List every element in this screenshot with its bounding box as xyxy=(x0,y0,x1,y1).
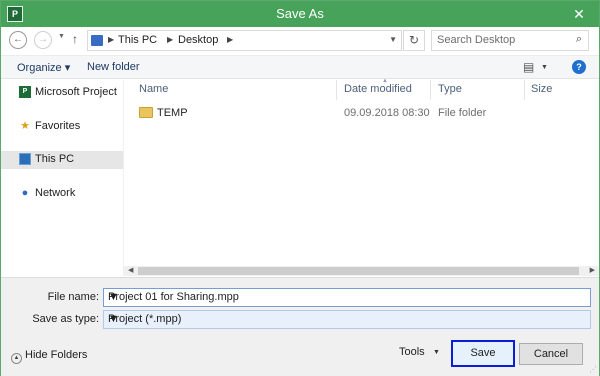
column-divider[interactable] xyxy=(524,80,525,100)
sidebar-item-favorites[interactable]: ★ Favorites xyxy=(1,118,123,136)
breadcrumb-desktop[interactable]: Desktop xyxy=(178,34,218,46)
up-button[interactable]: ↑ xyxy=(72,32,78,46)
computer-icon xyxy=(19,153,31,165)
network-icon: ● xyxy=(21,187,29,199)
save-as-type-label: Save as type: xyxy=(32,313,99,325)
scroll-right-icon[interactable]: ▶ xyxy=(590,266,595,276)
title-bar: P Save As ✕ xyxy=(1,1,599,27)
window-title: Save As xyxy=(276,6,324,21)
sidebar-item-microsoft-project[interactable]: P Microsoft Project xyxy=(1,84,123,102)
chevron-right-icon[interactable]: ▶ xyxy=(227,35,233,44)
save-form-panel: File name: Project 01 for Sharing.mpp ▼ … xyxy=(1,277,599,376)
folder-icon xyxy=(139,107,153,118)
folder-icon xyxy=(91,35,103,46)
sidebar-item-label: Favorites xyxy=(35,120,81,132)
chevron-down-icon[interactable]: ▼ xyxy=(433,349,440,356)
search-input[interactable]: Search Desktop ⌕ xyxy=(431,30,589,51)
column-header-date-modified[interactable]: Date modified xyxy=(344,83,412,95)
chevron-up-icon: ▲ xyxy=(11,353,22,364)
chevron-down-icon[interactable]: ▼ xyxy=(389,35,397,44)
scrollbar-thumb[interactable] xyxy=(138,267,579,275)
hide-folders-label: Hide Folders xyxy=(25,349,88,361)
file-name: TEMP xyxy=(157,107,188,119)
resize-grip-icon[interactable]: ⋰ xyxy=(589,365,597,374)
table-row[interactable]: TEMP 09.09.2018 08:30 File folder xyxy=(132,104,572,122)
chevron-right-icon[interactable]: ▶ xyxy=(167,35,173,44)
address-bar[interactable]: ▶ This PC ▶ Desktop ▶ ▼ xyxy=(87,30,402,51)
column-header-name[interactable]: Name xyxy=(139,83,168,95)
recent-locations-icon[interactable]: ▼ xyxy=(58,33,65,40)
file-name-label: File name: xyxy=(47,291,99,303)
column-divider[interactable] xyxy=(430,80,431,100)
scroll-left-icon[interactable]: ◀ xyxy=(128,266,133,276)
view-options-icon[interactable]: ▤ xyxy=(523,60,534,74)
organize-menu[interactable]: Organize ▾ xyxy=(17,61,70,74)
sidebar-item-label: Microsoft Project xyxy=(35,86,117,98)
horizontal-scrollbar[interactable]: ◀ ▶ xyxy=(124,266,599,276)
help-icon[interactable]: ? xyxy=(572,60,586,74)
column-header-type[interactable]: Type xyxy=(438,83,462,95)
file-list: Name ▲ Date modified Type Size TEMP 09.0… xyxy=(124,78,599,276)
forward-button[interactable]: → xyxy=(34,31,52,49)
close-button[interactable]: ✕ xyxy=(565,4,593,24)
save-as-dialog: P Save As ✕ ← → ▼ ↑ ▶ This PC ▶ Desktop … xyxy=(0,0,600,376)
file-date: 09.09.2018 08:30 xyxy=(344,107,430,119)
sidebar-item-label: This PC xyxy=(35,153,75,165)
search-icon[interactable]: ⌕ xyxy=(576,33,582,46)
column-header-size[interactable]: Size xyxy=(531,83,552,95)
file-type: File folder xyxy=(438,107,487,119)
chevron-down-icon[interactable]: ▼ xyxy=(108,313,586,325)
save-button[interactable]: Save xyxy=(451,340,515,367)
command-toolbar: Organize ▾ New folder ▤ ▼ ? xyxy=(1,55,599,79)
file-name-field[interactable]: Project 01 for Sharing.mpp ▼ xyxy=(103,288,591,307)
column-divider[interactable] xyxy=(336,80,337,100)
sidebar-item-this-pc[interactable]: This PC xyxy=(1,151,123,169)
new-folder-button[interactable]: New folder xyxy=(87,61,140,73)
tools-menu[interactable]: Tools xyxy=(399,346,425,358)
chevron-down-icon[interactable]: ▼ xyxy=(108,291,586,303)
project-icon: P xyxy=(19,86,31,98)
save-as-type-select[interactable]: Project (*.mpp) ▼ xyxy=(103,310,591,329)
breadcrumb-this-pc[interactable]: This PC xyxy=(118,34,157,46)
search-placeholder: Search Desktop xyxy=(437,34,516,46)
star-icon: ★ xyxy=(20,120,30,132)
cancel-button[interactable]: Cancel xyxy=(519,343,583,365)
refresh-button[interactable]: ↻ xyxy=(403,30,425,51)
sidebar-item-network[interactable]: ● Network xyxy=(1,185,123,203)
navigation-pane: P Microsoft Project ★ Favorites This PC … xyxy=(1,80,123,276)
back-button[interactable]: ← xyxy=(9,31,27,49)
hide-folders-button[interactable]: ▲ Hide Folders xyxy=(11,349,87,364)
sidebar-item-label: Network xyxy=(35,187,76,199)
address-row: ← → ▼ ↑ ▶ This PC ▶ Desktop ▶ ▼ ↻ Search… xyxy=(1,27,599,53)
chevron-right-icon[interactable]: ▶ xyxy=(108,35,114,44)
chevron-down-icon[interactable]: ▼ xyxy=(541,64,548,71)
